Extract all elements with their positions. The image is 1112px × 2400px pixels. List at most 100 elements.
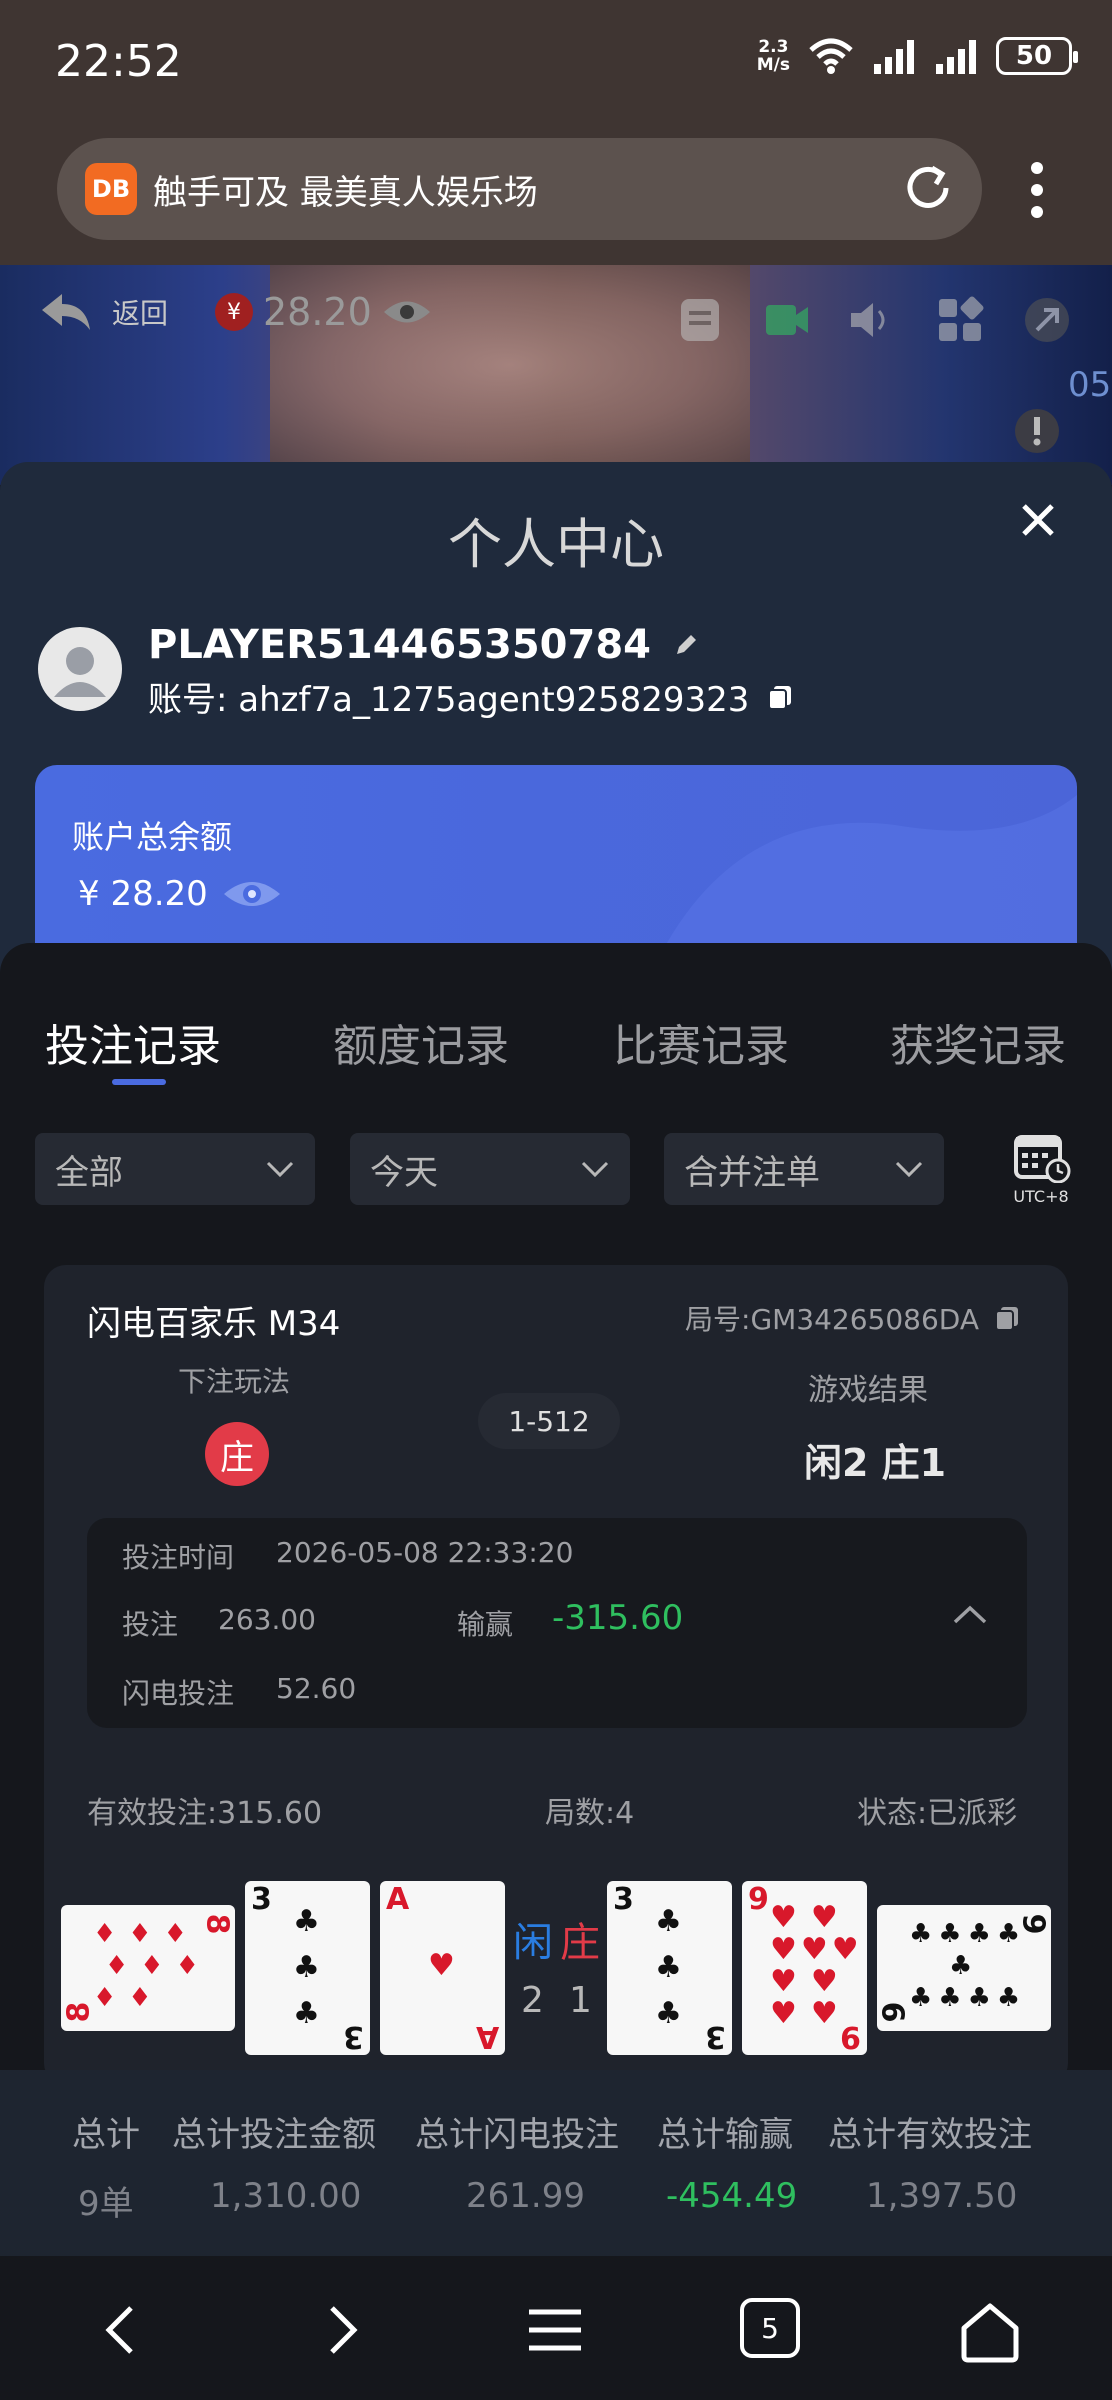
date-filter[interactable]: 今天 [350, 1133, 630, 1205]
type-filter[interactable]: 全部 [35, 1133, 315, 1205]
chevron-up-icon[interactable] [952, 1605, 988, 1625]
player-card-3: A A ♥ [380, 1881, 505, 2055]
overlay-timer: 05 [1068, 365, 1112, 405]
status-icons: 2.3 M/s 50 [757, 36, 1078, 76]
more-menu-icon[interactable] [1025, 160, 1049, 220]
card-rank: 3 [251, 1882, 272, 1917]
tabs-button[interactable]: 5 [740, 2298, 800, 2358]
layout-icon[interactable] [935, 295, 985, 345]
total-win-loss-header: 总计输赢 [657, 2115, 793, 2155]
clock: 22:52 [55, 36, 182, 87]
card-pips: ♥♥ [770, 1996, 852, 2031]
player-name: PLAYER514465350784 [148, 622, 699, 668]
chevron-down-icon [266, 1161, 294, 1178]
total-valid-bet-value: 1,397.50 [866, 2176, 1018, 2216]
round-number: 1-512 [478, 1393, 620, 1449]
bet-time-label: 投注时间 [122, 1541, 235, 1574]
edit-icon[interactable] [673, 632, 699, 658]
eye-icon[interactable] [222, 876, 282, 912]
back-icon[interactable] [93, 2300, 153, 2360]
copy-icon[interactable] [766, 683, 794, 711]
bet-play-label: 下注玩法 [178, 1365, 291, 1398]
banker-card-1: 3 3 ♣ ♣ ♣ [607, 1881, 732, 2055]
alert-icon[interactable] [1013, 407, 1061, 455]
card-rank: A [386, 1882, 410, 1917]
lightning-bet-label: 闪电投注 [122, 1677, 235, 1710]
back-arrow-icon [42, 294, 90, 330]
card-pips: ♥♥ [770, 1900, 852, 1935]
payout-status: 状态:已派彩 [857, 1796, 1018, 1831]
video-quality-icon[interactable] [762, 295, 812, 345]
signal-icon [874, 40, 914, 74]
chevron-down-icon [581, 1161, 609, 1178]
minimize-icon[interactable] [1022, 295, 1072, 345]
player-card-2: 3 3 ♣ ♣ ♣ [245, 1881, 370, 2055]
banker-score: 1 [569, 1980, 592, 2021]
balance-value: ¥ 28.20 [78, 874, 208, 914]
tab-bet-records[interactable]: 投注记录 [45, 1010, 221, 1074]
player-name-text: PLAYER514465350784 [148, 622, 652, 668]
menu-icon[interactable] [525, 2300, 585, 2360]
sound-icon[interactable] [845, 295, 895, 345]
player-card-1: 8 8 ♦♦♦ ♦♦♦ ♦♦ [61, 1905, 235, 2031]
balance-amount: ¥ 28.20 [78, 874, 282, 914]
game-name: 闪电百家乐 M34 [87, 1304, 341, 1344]
timezone-label: UTC+8 [1013, 1187, 1069, 1206]
tab-match-records[interactable]: 比赛记录 [613, 1010, 789, 1074]
result-value: 闲2 庄1 [804, 1441, 947, 1485]
net-speed: 2.3 M/s [757, 38, 790, 74]
banker-label: 庄 [560, 1920, 600, 1966]
card-pips: ♣ [655, 1904, 682, 1939]
copy-icon[interactable] [993, 1304, 1021, 1332]
card-rank: 3 [343, 2019, 364, 2054]
card-pips: ♥♥ [770, 1964, 852, 1999]
video-balance: ¥ 28.20 [215, 290, 432, 334]
totals-bar [0, 2070, 1112, 2256]
card-pips: ♣♣♣♣ [909, 1919, 1027, 1949]
win-loss-value: -315.60 [552, 1598, 684, 1638]
history-icon[interactable] [675, 295, 725, 345]
balance-label: 账户总余额 [72, 818, 233, 856]
total-bet-header: 总计投注金额 [172, 2115, 376, 2155]
account-value: ahzf7a_1275agent925829323 [238, 680, 750, 720]
forward-icon[interactable] [310, 2300, 370, 2360]
bet-amount-value: 263.00 [218, 1603, 316, 1636]
card-pips: ♣ [293, 1996, 320, 2031]
record-tabs: 投注记录 额度记录 比赛记录 获奖记录 [0, 1010, 1112, 1080]
site-logo: DB [85, 163, 137, 215]
merge-filter[interactable]: 合并注单 [664, 1133, 944, 1205]
round-id-label: 局号: [685, 1303, 751, 1336]
card-rank: 3 [705, 2019, 726, 2054]
card-pips: ♦♦♦ [105, 1951, 211, 1981]
chevron-down-icon [895, 1161, 923, 1178]
close-icon[interactable] [1018, 500, 1058, 540]
tab-prize-records[interactable]: 获奖记录 [890, 1010, 1066, 1074]
card-pips: ♦♦♦ [93, 1919, 199, 1949]
timezone-button[interactable]: UTC+8 [1006, 1133, 1076, 1206]
valid-bet: 有效投注:315.60 [87, 1796, 323, 1831]
avatar[interactable] [38, 627, 122, 711]
round-id-value: GM34265086DA [750, 1303, 980, 1336]
bet-time-value: 2026-05-08 22:33:20 [276, 1536, 574, 1569]
round-count: 局数:4 [545, 1796, 635, 1831]
video-balance-value: 28.20 [263, 290, 372, 334]
card-pips: ♣ [293, 1950, 320, 1985]
modal-title: 个人中心 [448, 513, 664, 576]
eye-icon[interactable] [382, 297, 432, 327]
reload-icon[interactable] [900, 160, 956, 216]
type-filter-value: 全部 [55, 1152, 123, 1193]
date-filter-value: 今天 [370, 1152, 438, 1193]
player-score: 2 [521, 1980, 544, 2021]
card-pips: ♥ [428, 1948, 455, 1983]
card-pips: ♣ [949, 1951, 973, 1981]
back-button[interactable]: 返回 [38, 290, 168, 334]
total-lightning-value: 261.99 [466, 2176, 585, 2216]
address-bar[interactable]: DB 触手可及 最美真人娱乐场 [57, 138, 982, 240]
player-label: 闲 [513, 1920, 553, 1966]
card-pips: ♣ [655, 1950, 682, 1985]
home-icon[interactable] [958, 2300, 1022, 2364]
bet-play-badge: 庄 [205, 1422, 269, 1486]
battery-indicator: 50 [996, 37, 1078, 75]
tab-credit-records[interactable]: 额度记录 [333, 1010, 509, 1074]
card-rank: 9 [877, 2001, 913, 2023]
